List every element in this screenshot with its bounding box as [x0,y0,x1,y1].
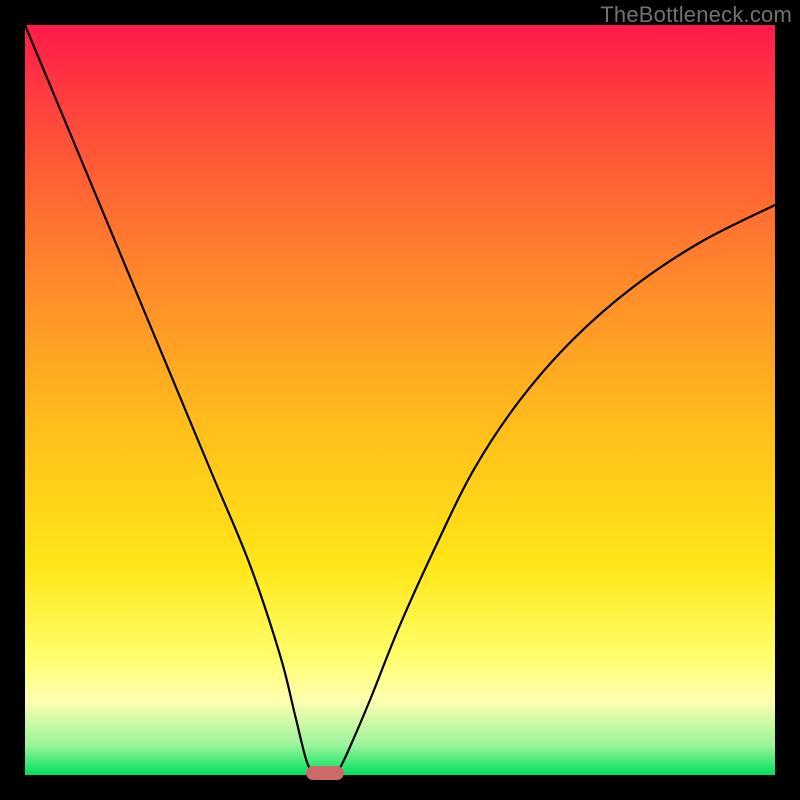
curve-layer [25,25,775,775]
watermark-text: TheBottleneck.com [600,2,792,28]
minimum-marker [306,766,344,780]
bottleneck-curve-left [25,25,314,775]
bottleneck-curve-right [336,205,775,775]
